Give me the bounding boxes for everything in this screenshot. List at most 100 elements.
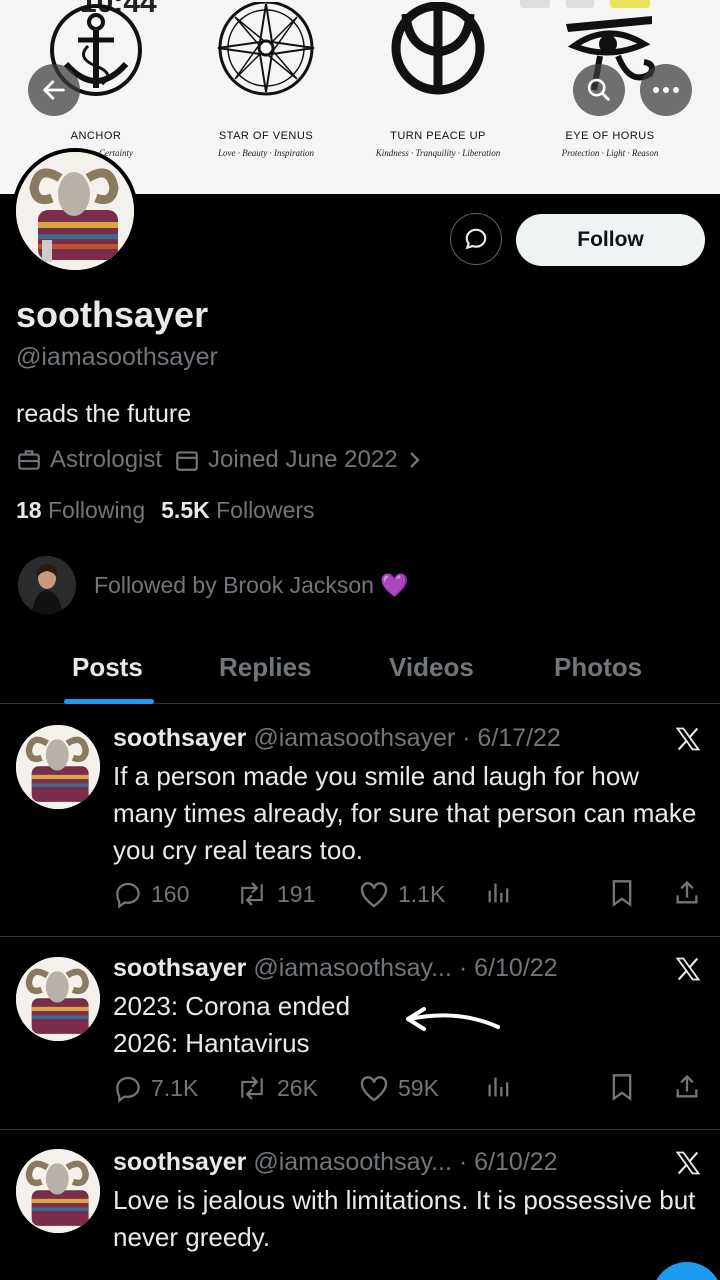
followers-link[interactable]: 5.5K Followers <box>161 497 314 524</box>
briefcase-icon <box>18 450 40 470</box>
views-icon <box>488 1077 509 1097</box>
followers-count: 5.5K <box>161 497 210 523</box>
more-icon <box>653 87 679 93</box>
follow-button[interactable]: Follow <box>516 214 705 266</box>
symbol-caption: ANCHOR <box>70 130 122 142</box>
compass-star-icon <box>217 2 315 96</box>
post-header: soothsayer @iamasoothsay... · 6/10/22 <box>113 954 558 983</box>
repost-button[interactable]: 26K <box>235 1073 318 1103</box>
active-tab-indicator <box>64 699 154 704</box>
share-button[interactable] <box>673 879 701 907</box>
heart-icon <box>360 1076 388 1102</box>
joined-item[interactable]: Joined June 2022 <box>174 446 424 474</box>
profile-name: soothsayer <box>16 294 209 335</box>
symbol-caption: TURN PEACE UP <box>390 130 486 142</box>
views-icon <box>488 883 509 903</box>
x-logo-icon <box>675 957 701 981</box>
bookmark-button[interactable] <box>609 1073 635 1101</box>
followed-by-text: Followed by Brook Jackson 💜 <box>94 571 409 598</box>
symbol-subtitle: Love · Beauty · Inspiration <box>218 148 314 158</box>
post-author-name[interactable]: soothsayer <box>113 1148 246 1176</box>
profile-bio: reads the future <box>16 400 192 428</box>
x-logo-icon <box>675 727 701 751</box>
repost-icon <box>241 882 263 906</box>
follower-avatar <box>18 556 76 614</box>
message-button[interactable] <box>450 213 502 265</box>
repost-count: 191 <box>277 880 316 907</box>
search-icon <box>587 78 610 101</box>
reply-count: 160 <box>151 880 190 907</box>
profile-handle: @iamasoothsayer <box>16 343 218 371</box>
post-text: If a person made you smile and laugh for… <box>113 761 697 865</box>
heart-icon <box>360 882 388 908</box>
post-author-name[interactable]: soothsayer <box>113 954 246 982</box>
symbol-subtitle: Protection · Light · Reason <box>561 148 659 158</box>
bookmark-icon <box>612 1074 632 1101</box>
post-actions: 160 191 1.1K <box>113 879 708 915</box>
profession-item: Astrologist <box>16 446 162 474</box>
ram-avatar-image <box>16 152 134 270</box>
post-header: soothsayer @iamasoothsay... · 6/10/22 <box>113 1148 558 1177</box>
like-count: 59K <box>398 1074 439 1101</box>
post-avatar[interactable] <box>16 1149 100 1233</box>
annotation-arrow-icon <box>406 1007 500 1031</box>
post-text: Love is jealous with limitations. It is … <box>113 1185 696 1252</box>
chat-bubble-icon <box>465 228 487 250</box>
person-avatar-image <box>18 556 76 614</box>
views-button[interactable] <box>485 879 513 907</box>
tab-photos[interactable]: Photos <box>554 652 642 683</box>
search-button[interactable] <box>573 64 625 116</box>
more-button[interactable] <box>640 64 692 116</box>
tab-videos[interactable]: Videos <box>389 652 474 683</box>
post-avatar[interactable] <box>16 957 100 1041</box>
banner-symbol-star: STAR OF VENUS Love · Beauty · Inspiratio… <box>196 2 336 158</box>
banner-symbol-peace: TURN PEACE UP Kindness · Tranquility · L… <box>368 2 508 158</box>
profile-meta: Astrologist Joined June 2022 <box>16 446 436 474</box>
like-button[interactable]: 59K <box>358 1073 439 1103</box>
bookmark-icon <box>612 880 632 907</box>
chevron-right-icon <box>409 452 420 468</box>
post-item[interactable]: soothsayer @iamasoothsay... · 6/10/22 Lo… <box>0 1131 720 1280</box>
ram-avatar-image <box>16 725 100 809</box>
reply-count: 7.1K <box>151 1074 199 1101</box>
profile-avatar[interactable] <box>12 148 138 274</box>
post-author-name[interactable]: soothsayer <box>113 724 246 752</box>
like-button[interactable]: 1.1K <box>358 879 445 909</box>
post-header: soothsayer @iamasoothsayer · 6/17/22 <box>113 724 561 753</box>
following-count: 18 <box>16 497 42 523</box>
repost-button[interactable]: 191 <box>235 879 315 909</box>
reply-icon <box>116 882 140 909</box>
share-icon <box>676 880 698 904</box>
followed-by[interactable]: Followed by Brook Jackson 💜 <box>18 556 409 614</box>
post-item[interactable]: soothsayer @iamasoothsay... · 6/10/22 20… <box>0 937 720 1130</box>
post-actions: 7.1K 26K 59K <box>113 1073 708 1109</box>
ram-avatar-image <box>16 1149 100 1233</box>
share-icon <box>676 1074 698 1098</box>
post-meta: @iamasoothsay... · 6/10/22 <box>253 954 558 982</box>
post-avatar[interactable] <box>16 725 100 809</box>
followers-label: Followers <box>216 497 315 523</box>
share-button[interactable] <box>673 1073 701 1101</box>
profile-tabs: Posts Replies Videos Photos <box>0 640 720 704</box>
views-button[interactable] <box>485 1073 513 1101</box>
reply-button[interactable]: 160 <box>113 879 189 909</box>
tab-posts[interactable]: Posts <box>72 652 143 683</box>
symbol-caption: STAR OF VENUS <box>218 130 314 142</box>
like-count: 1.1K <box>398 880 446 907</box>
follow-counts: 18 Following 5.5K Followers <box>16 497 315 524</box>
repost-icon <box>241 1076 263 1100</box>
tab-replies[interactable]: Replies <box>219 652 312 683</box>
ram-avatar-image <box>16 957 100 1041</box>
back-button[interactable] <box>28 64 80 116</box>
peace-icon <box>391 2 485 95</box>
post-meta: @iamasoothsay... · 6/10/22 <box>253 1148 558 1176</box>
bookmark-button[interactable] <box>609 879 635 907</box>
following-label: Following <box>47 497 146 523</box>
repost-count: 26K <box>277 1074 318 1101</box>
calendar-icon <box>176 451 198 471</box>
following-link[interactable]: 18 Following <box>16 497 145 524</box>
reply-button[interactable]: 7.1K <box>113 1073 198 1103</box>
post-item[interactable]: soothsayer @iamasoothsayer · 6/17/22 If … <box>0 705 720 937</box>
back-arrow-icon <box>43 80 65 100</box>
post-meta: @iamasoothsayer · 6/17/22 <box>253 724 561 752</box>
